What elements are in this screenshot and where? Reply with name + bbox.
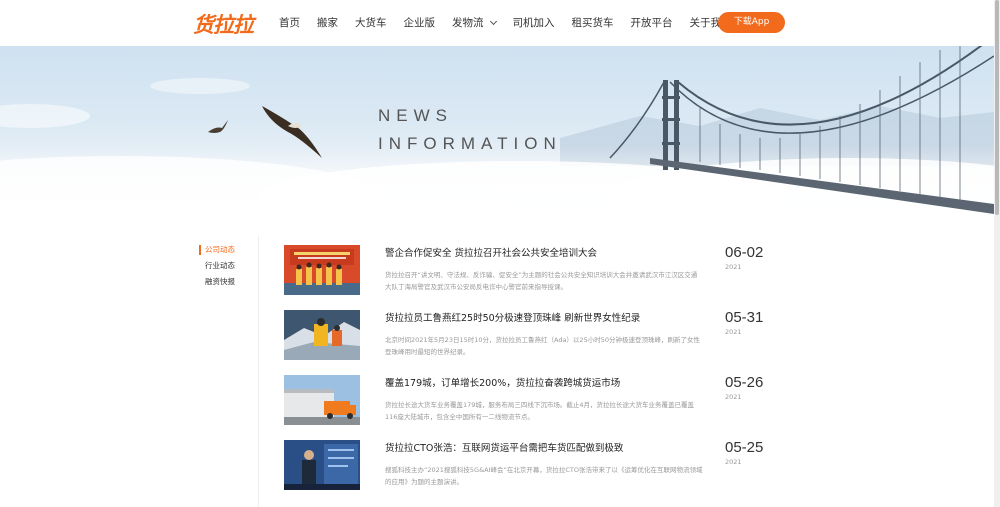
banner-illustration [0,46,994,214]
nav-label: 租买货车 [571,17,614,29]
chevron-down-icon [489,17,497,25]
news-title[interactable]: 警企合作促安全 货拉拉召开社会公共安全培训大会 [385,245,597,259]
news-banner: NEWS INFORMATION [0,46,994,214]
nav-item-truck-rental[interactable]: 租买货车 [572,15,614,30]
nav-item-enterprise[interactable]: 企业版 [404,15,436,30]
news-item[interactable]: 警企合作促安全 货拉拉召开社会公共安全培训大会 货拉拉召开“讲文明、守法规、反诈… [284,244,784,299]
news-year: 2021 [725,458,742,466]
news-date: 05-25 [725,439,764,456]
top-header: 货拉拉 首页 搬家 大货车 企业版 发物流 司机加入 租买货车 开放平台 关于我… [0,0,994,46]
news-thumbnail[interactable] [284,375,360,425]
news-excerpt: 货拉拉长途大货车业务覆盖179城，服务布局三四线下沉市场。截止4月，货拉拉长途大… [385,401,695,421]
banner-title-news: NEWS [378,106,453,125]
nav-label: 开放平台 [630,17,673,29]
nav-item-home[interactable]: 首页 [279,15,300,30]
sidebar-divider [258,236,259,507]
banner-title-information: INFORMATION [378,134,562,153]
news-excerpt: 货拉拉召开“讲文明、守法规、反诈骗、促安全”为主题的社会公共安全知识培训大会并邀… [385,271,698,291]
nav-item-moving[interactable]: 搬家 [317,15,338,30]
brand-logo[interactable]: 货拉拉 [193,9,254,39]
news-title[interactable]: 覆盖179城，订单增长200%，货拉拉奋袭跨城货运市场 [385,375,620,389]
download-app-button[interactable]: 下载App [718,12,785,33]
news-thumbnail[interactable] [284,440,360,490]
bird-icon [208,120,228,133]
news-item[interactable]: 货拉拉CTO张浩：互联网货运平台需把车货匹配做到极致 搜狐科技主办“2021搜狐… [284,439,784,494]
news-thumbnail[interactable] [284,310,360,360]
news-excerpt: 北京时间2021年5月23日15时10分，货拉拉员工鲁燕红（Ada）以25小时5… [385,336,700,356]
news-item[interactable]: 覆盖179城，订单增长200%，货拉拉奋袭跨城货运市场 货拉拉长途大货车业务覆盖… [284,374,784,429]
news-item[interactable]: 货拉拉员工鲁燕红25时50分极速登顶珠峰 刷新世界女性纪录 北京时间2021年5… [284,309,784,364]
page-scrollbar-thumb[interactable] [995,0,999,215]
nav-label: 大货车 [355,17,387,29]
news-title[interactable]: 货拉拉CTO张浩：互联网货运平台需把车货匹配做到极致 [385,440,623,454]
news-title[interactable]: 货拉拉员工鲁燕红25时50分极速登顶珠峰 刷新世界女性纪录 [385,310,640,324]
news-year: 2021 [725,263,742,271]
nav-label: 发物流 [452,17,484,29]
news-year: 2021 [725,393,742,401]
news-excerpt: 搜狐科技主办“2021搜狐科技5G&AI峰会”在北京开幕，货拉拉CTO张浩带来了… [385,466,703,486]
nav-item-big-truck[interactable]: 大货车 [355,15,387,30]
news-year: 2021 [725,328,742,336]
nav-item-open-platform[interactable]: 开放平台 [631,15,673,30]
nav-item-logistics[interactable]: 发物流 [452,15,497,30]
nav-label: 搬家 [317,17,338,29]
category-sidebar: 公司动态 行业动态 融资快报 [199,243,259,291]
sidebar-item-company-news[interactable]: 公司动态 [199,243,259,259]
main-nav: 首页 搬家 大货车 企业版 发物流 司机加入 租买货车 开放平台 关于我们 [279,15,761,30]
news-date: 06-02 [725,244,764,261]
nav-label: 司机加入 [512,17,555,29]
nav-label: 企业版 [403,17,436,29]
sidebar-item-industry-news[interactable]: 行业动态 [199,259,259,275]
sidebar-item-financing-news[interactable]: 融资快报 [199,275,259,291]
news-date: 05-31 [725,309,764,326]
nav-item-driver-join[interactable]: 司机加入 [513,15,555,30]
nav-label: 首页 [279,17,300,29]
news-thumbnail[interactable] [284,245,360,295]
news-date: 05-26 [725,374,764,391]
